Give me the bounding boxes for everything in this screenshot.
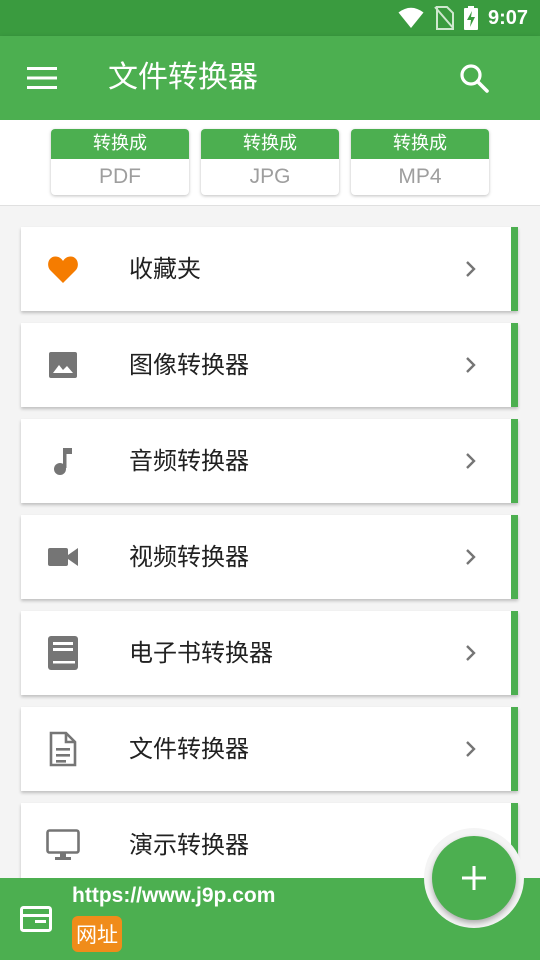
- convert-to-pdf-button[interactable]: 转换成 PDF: [51, 129, 189, 195]
- browser-window-icon: [20, 906, 52, 932]
- accent-bar: [511, 707, 518, 791]
- book-icon: [45, 633, 81, 673]
- convert-to-mp4-button[interactable]: 转换成 MP4: [351, 129, 489, 195]
- image-icon: [45, 345, 81, 385]
- hamburger-menu-icon: [27, 67, 57, 89]
- video-camera-icon: [45, 537, 81, 577]
- search-button[interactable]: [452, 56, 496, 100]
- chevron-right-icon: [466, 357, 476, 373]
- menu-item-audio-converter[interactable]: 音频转换器: [21, 419, 518, 503]
- menu-item-label: 文件转换器: [129, 735, 249, 763]
- page-title: 文件转换器: [108, 60, 258, 95]
- converter-menu-list: 收藏夹 图像转换器 音频转换器 视频转换器 电子书转换器 文件转换器 演示转换器: [0, 206, 540, 878]
- menu-item-ebook-converter[interactable]: 电子书转换器: [21, 611, 518, 695]
- chevron-right-icon: [466, 453, 476, 469]
- quick-convert-strip: 转换成 PDF 转换成 JPG 转换成 MP4: [0, 120, 540, 206]
- document-icon: [45, 729, 81, 769]
- menu-item-label: 图像转换器: [129, 351, 249, 379]
- no-sim-icon: [434, 6, 454, 30]
- convert-to-label: 转换成: [201, 129, 339, 159]
- menu-item-document-converter[interactable]: 文件转换器: [21, 707, 518, 791]
- music-note-icon: [45, 441, 81, 481]
- chevron-right-icon: [466, 741, 476, 757]
- app-bar: 文件转换器: [0, 36, 540, 120]
- menu-item-label: 演示转换器: [129, 831, 249, 859]
- convert-to-jpg-button[interactable]: 转换成 JPG: [201, 129, 339, 195]
- accent-bar: [511, 323, 518, 407]
- search-icon: [460, 64, 489, 93]
- wifi-icon: [398, 7, 424, 29]
- chevron-right-icon: [466, 645, 476, 661]
- format-label: PDF: [99, 165, 141, 188]
- format-label: MP4: [398, 165, 442, 188]
- monitor-icon: [45, 825, 81, 865]
- chevron-right-icon: [466, 261, 476, 277]
- add-button[interactable]: [432, 836, 516, 920]
- battery-charging-icon: [463, 6, 478, 30]
- accent-bar: [511, 611, 518, 695]
- hamburger-menu-button[interactable]: [18, 56, 66, 100]
- menu-item-image-converter[interactable]: 图像转换器: [21, 323, 518, 407]
- menu-item-label: 收藏夹: [129, 255, 201, 283]
- accent-bar: [511, 419, 518, 503]
- plus-icon: [462, 866, 486, 890]
- convert-to-label: 转换成: [351, 129, 489, 159]
- banner-badge: 网址: [72, 916, 122, 952]
- status-bar: 9:07: [0, 0, 540, 36]
- menu-item-favorites[interactable]: 收藏夹: [21, 227, 518, 311]
- menu-item-video-converter[interactable]: 视频转换器: [21, 515, 518, 599]
- menu-item-label: 视频转换器: [129, 543, 249, 571]
- format-label: JPG: [249, 165, 291, 188]
- banner-url[interactable]: https://www.j9p.com: [72, 884, 275, 908]
- status-time: 9:07: [487, 6, 528, 29]
- menu-item-label: 电子书转换器: [129, 639, 273, 667]
- chevron-right-icon: [466, 549, 476, 565]
- accent-bar: [511, 227, 518, 311]
- heart-icon: [45, 249, 81, 289]
- convert-to-label: 转换成: [51, 129, 189, 159]
- menu-item-label: 音频转换器: [129, 447, 249, 475]
- accent-bar: [511, 515, 518, 599]
